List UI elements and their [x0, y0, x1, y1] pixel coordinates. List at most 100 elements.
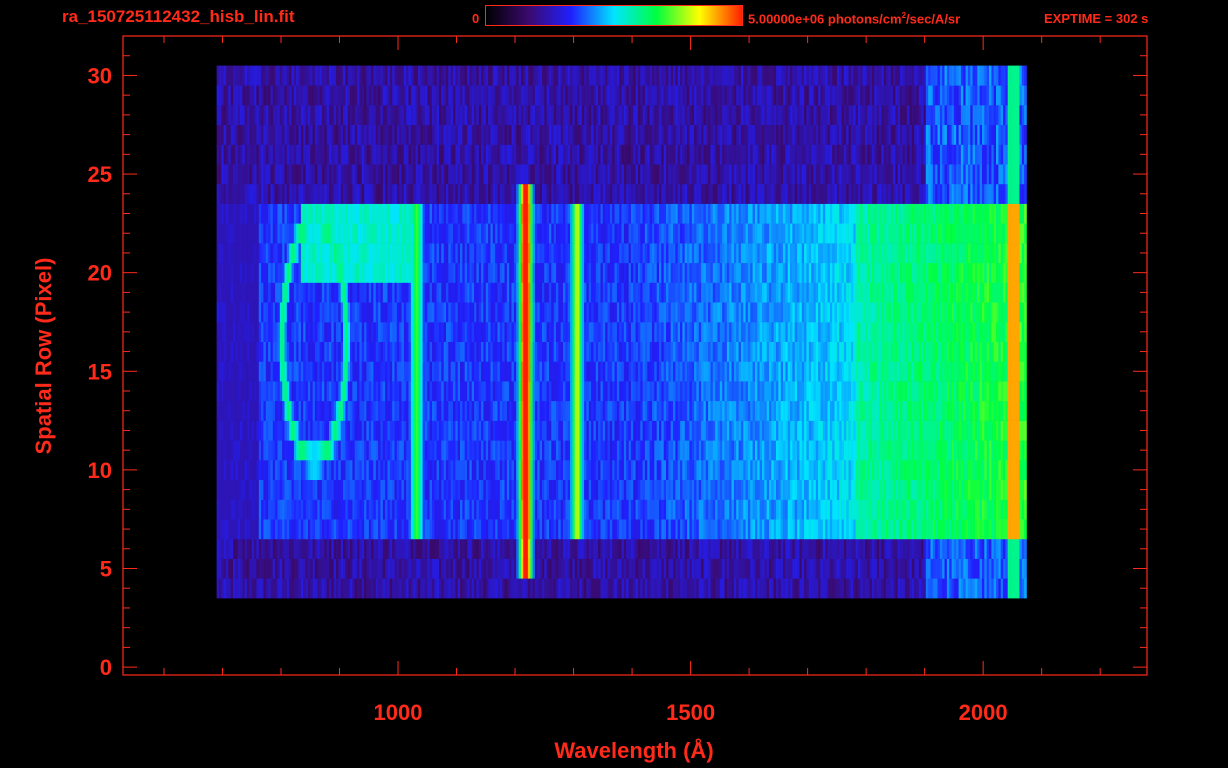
heatmap-cell: [647, 341, 650, 362]
heatmap-cell: [909, 341, 913, 362]
heatmap-cell: [897, 440, 901, 461]
heatmap-cell: [900, 400, 903, 421]
heatmap-cell: [733, 519, 737, 540]
heatmap-cell: [644, 538, 648, 559]
heatmap-cell: [914, 499, 917, 520]
heatmap-cell: [251, 538, 255, 559]
heatmap-cell: [436, 460, 440, 480]
heatmap-cell: [602, 341, 606, 362]
heatmap-cell: [874, 460, 877, 480]
heatmap-cell: [740, 381, 744, 402]
heatmap-cell: [305, 400, 309, 421]
heatmap-cell: [691, 420, 695, 441]
heatmap-cell: [909, 361, 913, 382]
heatmap-cell: [804, 499, 807, 520]
heatmap-cell: [385, 519, 388, 540]
heatmap-cell: [762, 420, 765, 441]
heatmap-cell: [228, 341, 231, 362]
heatmap-cell: [488, 420, 491, 441]
heatmap-cell: [944, 400, 948, 421]
heatmap-cell: [457, 460, 461, 480]
heatmap-cell: [588, 361, 592, 382]
heatmap-cell: [949, 460, 952, 480]
heatmap-cell: [853, 420, 856, 441]
heatmap-cell: [375, 460, 379, 480]
heatmap-cell: [509, 322, 512, 342]
heatmap-cell: [247, 302, 250, 323]
heatmap-cell: [492, 420, 496, 441]
heatmap-cell: [406, 381, 409, 402]
heatmap-cell: [277, 499, 281, 520]
heatmap-cell: [574, 440, 578, 461]
heatmap-cell: [776, 322, 779, 342]
heatmap-cell: [401, 460, 405, 480]
heatmap-cell: [972, 400, 976, 421]
heatmap-cell: [729, 538, 732, 559]
heatmap-cell: [366, 341, 370, 362]
heatmap-cell: [389, 302, 393, 323]
heatmap-cell: [762, 499, 765, 520]
heatmap-cell: [216, 420, 220, 441]
heatmap-cell: [872, 460, 875, 480]
heatmap-cell: [394, 420, 398, 441]
heatmap-cell: [385, 578, 388, 599]
heatmap-cell: [527, 578, 531, 599]
heatmap-cell: [829, 361, 833, 382]
heatmap-cell: [673, 361, 676, 382]
heatmap-cell: [979, 519, 983, 540]
heatmap-cell: [790, 519, 793, 540]
heatmap-cell: [520, 400, 524, 421]
heatmap-cell: [939, 519, 943, 540]
heatmap-cell: [258, 460, 262, 480]
heatmap-cell: [895, 519, 899, 540]
heatmap-cell: [296, 558, 299, 579]
heatmap-cell: [839, 361, 842, 382]
heatmap-cell: [740, 341, 744, 362]
heatmap-cell: [516, 400, 519, 421]
heatmap-cell: [792, 322, 796, 342]
heatmap-cell: [520, 479, 524, 500]
heatmap-cell: [396, 440, 400, 461]
heatmap-cell: [242, 499, 246, 520]
heatmap-cell: [291, 558, 295, 579]
heatmap-cell: [815, 440, 819, 461]
heatmap-cell: [520, 558, 524, 579]
heatmap-cell: [394, 538, 398, 559]
heatmap-cell: [696, 578, 700, 599]
heatmap-cell: [467, 420, 470, 441]
heatmap-cell: [794, 341, 798, 362]
heatmap-cell: [1012, 361, 1016, 382]
heatmap-cell: [834, 341, 838, 362]
heatmap-cell: [616, 400, 620, 421]
heatmap-cell: [408, 460, 412, 480]
heatmap-cell: [991, 499, 995, 520]
heatmap-cell: [670, 578, 674, 599]
heatmap-cell: [801, 420, 805, 441]
heatmap-cell: [406, 400, 409, 421]
heatmap-cell: [841, 361, 845, 382]
heatmap-cell: [300, 302, 304, 323]
heatmap-cell: [848, 440, 852, 461]
heatmap-cell: [738, 440, 742, 461]
heatmap-cell: [424, 420, 428, 441]
heatmap-cell: [1005, 538, 1009, 559]
heatmap-cell: [766, 341, 770, 362]
heatmap-cell: [701, 400, 704, 421]
heatmap-cell: [811, 499, 814, 520]
heatmap-cell: [532, 381, 536, 402]
heatmap-cell: [251, 578, 255, 599]
heatmap-cell: [731, 578, 735, 599]
heatmap-cell: [1010, 479, 1013, 500]
heatmap-cell: [347, 538, 351, 559]
heatmap-cell: [996, 578, 999, 599]
heatmap-cell: [268, 302, 271, 323]
heatmap-cell: [289, 341, 292, 362]
heatmap-cell: [586, 460, 590, 480]
heatmap-cell: [539, 341, 543, 362]
heatmap-cell: [516, 460, 519, 480]
heatmap-cell: [567, 420, 571, 441]
heatmap-cell: [352, 420, 356, 441]
heatmap-cell: [268, 322, 271, 342]
heatmap-cell: [277, 538, 281, 559]
heatmap-cell: [254, 499, 257, 520]
